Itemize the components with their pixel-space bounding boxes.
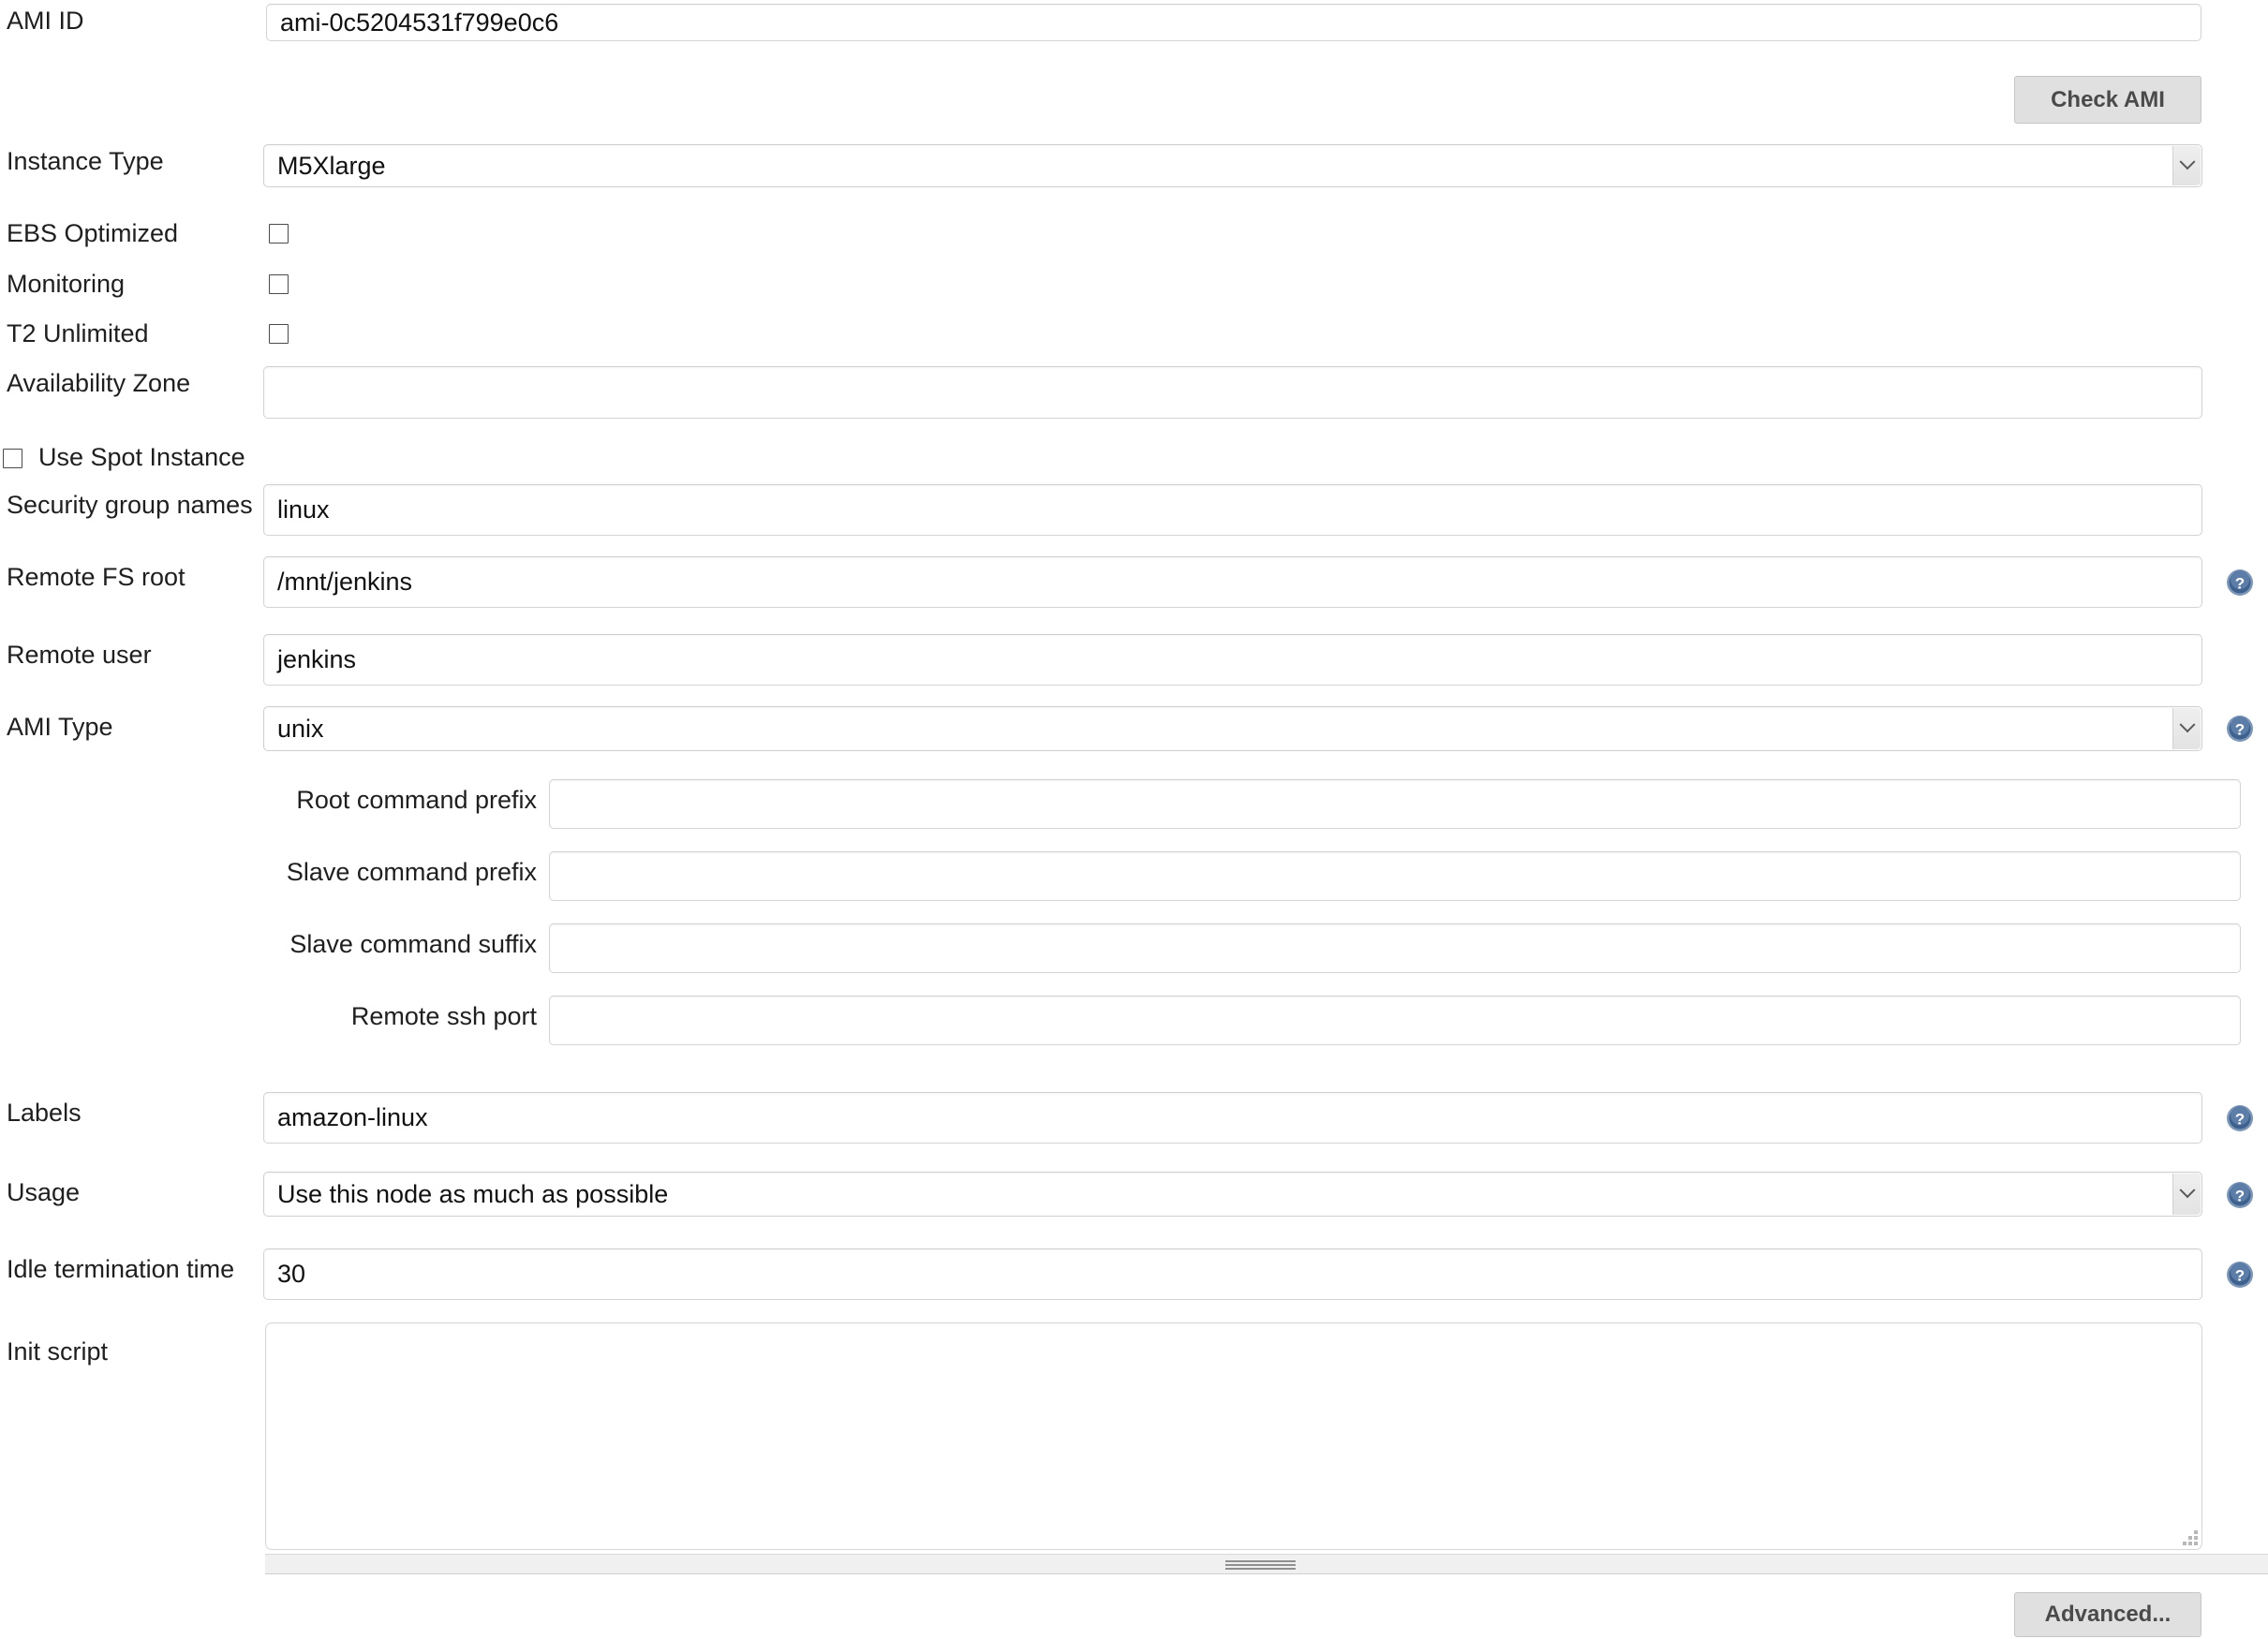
availability-zone-label: Availability Zone bbox=[7, 369, 191, 397]
slave-command-suffix-label: Slave command suffix bbox=[289, 930, 537, 958]
chevron-down-icon[interactable] bbox=[2172, 146, 2201, 185]
instance-type-value: M5Xlarge bbox=[277, 151, 386, 180]
check-ami-button[interactable]: Check AMI bbox=[2014, 76, 2201, 124]
monitoring-checkbox[interactable] bbox=[269, 274, 289, 294]
ami-type-help-icon[interactable]: ? bbox=[2226, 715, 2254, 743]
horizontal-scrollbar[interactable] bbox=[265, 1554, 2268, 1574]
chevron-down-icon[interactable] bbox=[2172, 1174, 2201, 1215]
instance-type-label: Instance Type bbox=[7, 147, 164, 175]
ami-type-value: unix bbox=[277, 714, 324, 743]
t2-unlimited-label: T2 Unlimited bbox=[7, 319, 149, 347]
ebs-optimized-checkbox[interactable] bbox=[269, 224, 289, 244]
scrollbar-thumb[interactable] bbox=[1225, 1559, 1296, 1570]
usage-select[interactable]: Use this node as much as possible bbox=[263, 1172, 2202, 1217]
idle-termination-time-help-icon[interactable]: ? bbox=[2226, 1261, 2254, 1289]
availability-zone-input[interactable] bbox=[263, 366, 2202, 419]
ami-type-label: AMI Type bbox=[7, 713, 113, 741]
svg-text:?: ? bbox=[2235, 1111, 2245, 1129]
slave-command-suffix-input[interactable] bbox=[549, 923, 2241, 973]
remote-ssh-port-label: Remote ssh port bbox=[350, 1002, 537, 1030]
root-command-prefix-input[interactable] bbox=[549, 779, 2241, 829]
idle-termination-time-input[interactable]: 30 bbox=[263, 1248, 2202, 1300]
remote-fs-root-input[interactable]: /mnt/jenkins bbox=[263, 556, 2202, 608]
labels-help-icon[interactable]: ? bbox=[2226, 1104, 2254, 1132]
chevron-down-icon[interactable] bbox=[2172, 708, 2201, 749]
usage-help-icon[interactable]: ? bbox=[2226, 1181, 2254, 1209]
init-script-label: Init script bbox=[7, 1337, 109, 1366]
advanced-button[interactable]: Advanced... bbox=[2014, 1592, 2201, 1637]
ec2-ami-configuration-form: AMI ID ami-0c5204531f799e0c6 Check AMI I… bbox=[0, 0, 2268, 1639]
root-command-prefix-label: Root command prefix bbox=[296, 786, 537, 814]
remote-fs-root-help-icon[interactable]: ? bbox=[2226, 568, 2254, 597]
slave-command-prefix-label: Slave command prefix bbox=[286, 858, 537, 886]
ami-id-input[interactable]: ami-0c5204531f799e0c6 bbox=[266, 4, 2201, 41]
remote-ssh-port-input[interactable] bbox=[549, 996, 2241, 1045]
security-group-names-label: Security group names bbox=[7, 491, 253, 519]
svg-text:?: ? bbox=[2235, 1267, 2245, 1285]
remote-user-input[interactable]: jenkins bbox=[263, 634, 2202, 686]
ami-type-select[interactable]: unix bbox=[263, 706, 2202, 751]
labels-label: Labels bbox=[7, 1099, 82, 1127]
usage-value: Use this node as much as possible bbox=[277, 1179, 669, 1208]
idle-termination-time-label: Idle termination time bbox=[7, 1255, 235, 1283]
t2-unlimited-checkbox[interactable] bbox=[269, 324, 289, 344]
instance-type-select[interactable]: M5Xlarge bbox=[263, 144, 2202, 187]
monitoring-label: Monitoring bbox=[7, 270, 126, 298]
resize-handle-icon[interactable] bbox=[2183, 1530, 2198, 1545]
slave-command-prefix-input[interactable] bbox=[549, 851, 2241, 901]
remote-user-label: Remote user bbox=[7, 641, 152, 669]
ami-id-label: AMI ID bbox=[7, 7, 84, 35]
remote-fs-root-label: Remote FS root bbox=[7, 563, 185, 591]
security-group-names-input[interactable]: linux bbox=[263, 484, 2202, 536]
svg-text:?: ? bbox=[2235, 721, 2245, 739]
init-script-textarea[interactable] bbox=[265, 1322, 2202, 1550]
usage-label: Usage bbox=[7, 1178, 81, 1206]
labels-input[interactable]: amazon-linux bbox=[263, 1092, 2202, 1144]
use-spot-instance-checkbox[interactable] bbox=[3, 449, 22, 468]
svg-text:?: ? bbox=[2235, 1188, 2245, 1205]
ebs-optimized-label: EBS Optimized bbox=[7, 219, 179, 247]
use-spot-instance-label: Use Spot Instance bbox=[38, 443, 245, 471]
svg-text:?: ? bbox=[2235, 575, 2245, 593]
